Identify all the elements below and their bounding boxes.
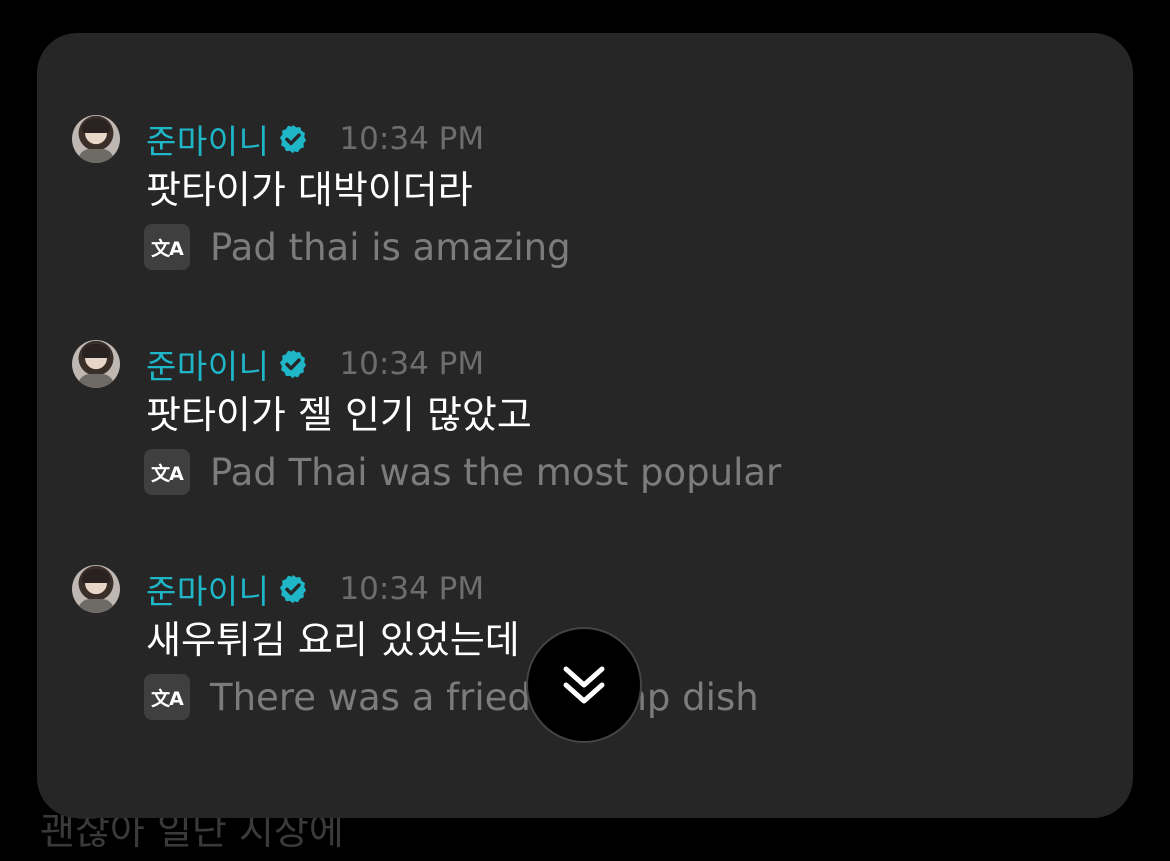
translation-text: Pad Thai was the most popular bbox=[210, 450, 782, 494]
author-name[interactable]: 준마이니 bbox=[146, 115, 269, 163]
translation-text: There was a fried shrimp dish bbox=[210, 675, 759, 719]
translation-row: 文A Pad Thai was the most popular bbox=[144, 448, 781, 496]
translate-icon[interactable]: 文A bbox=[144, 224, 190, 270]
timestamp: 10:34 PM bbox=[339, 121, 485, 157]
message-text: 새우튀김 요리 있었는데 bbox=[146, 618, 520, 662]
double-chevron-down-icon bbox=[563, 666, 605, 704]
translation-row: 文A There was a fried shrimp dish bbox=[144, 673, 759, 721]
avatar[interactable] bbox=[72, 340, 120, 388]
author-name[interactable]: 준마이니 bbox=[146, 340, 269, 388]
message-header: 준마이니 10:34 PM bbox=[146, 565, 484, 613]
translate-icon[interactable]: 文A bbox=[144, 674, 190, 720]
avatar[interactable] bbox=[72, 565, 120, 613]
scroll-to-bottom-button[interactable] bbox=[526, 627, 642, 743]
verified-badge-icon bbox=[280, 125, 307, 154]
timestamp: 10:34 PM bbox=[339, 571, 485, 607]
avatar[interactable] bbox=[72, 115, 120, 163]
message-header: 준마이니 10:34 PM bbox=[146, 115, 484, 163]
author-name[interactable]: 준마이니 bbox=[146, 565, 269, 613]
message-header: 준마이니 10:34 PM bbox=[146, 340, 484, 388]
translate-icon[interactable]: 文A bbox=[144, 449, 190, 495]
timestamp: 10:34 PM bbox=[339, 346, 485, 382]
message-text: 팟타이가 대박이더라 bbox=[146, 168, 473, 212]
message-text: 팟타이가 젤 인기 많았고 bbox=[146, 393, 532, 437]
translation-row: 文A Pad thai is amazing bbox=[144, 223, 571, 271]
verified-badge-icon bbox=[280, 350, 307, 379]
verified-badge-icon bbox=[280, 575, 307, 604]
translation-text: Pad thai is amazing bbox=[210, 225, 571, 269]
